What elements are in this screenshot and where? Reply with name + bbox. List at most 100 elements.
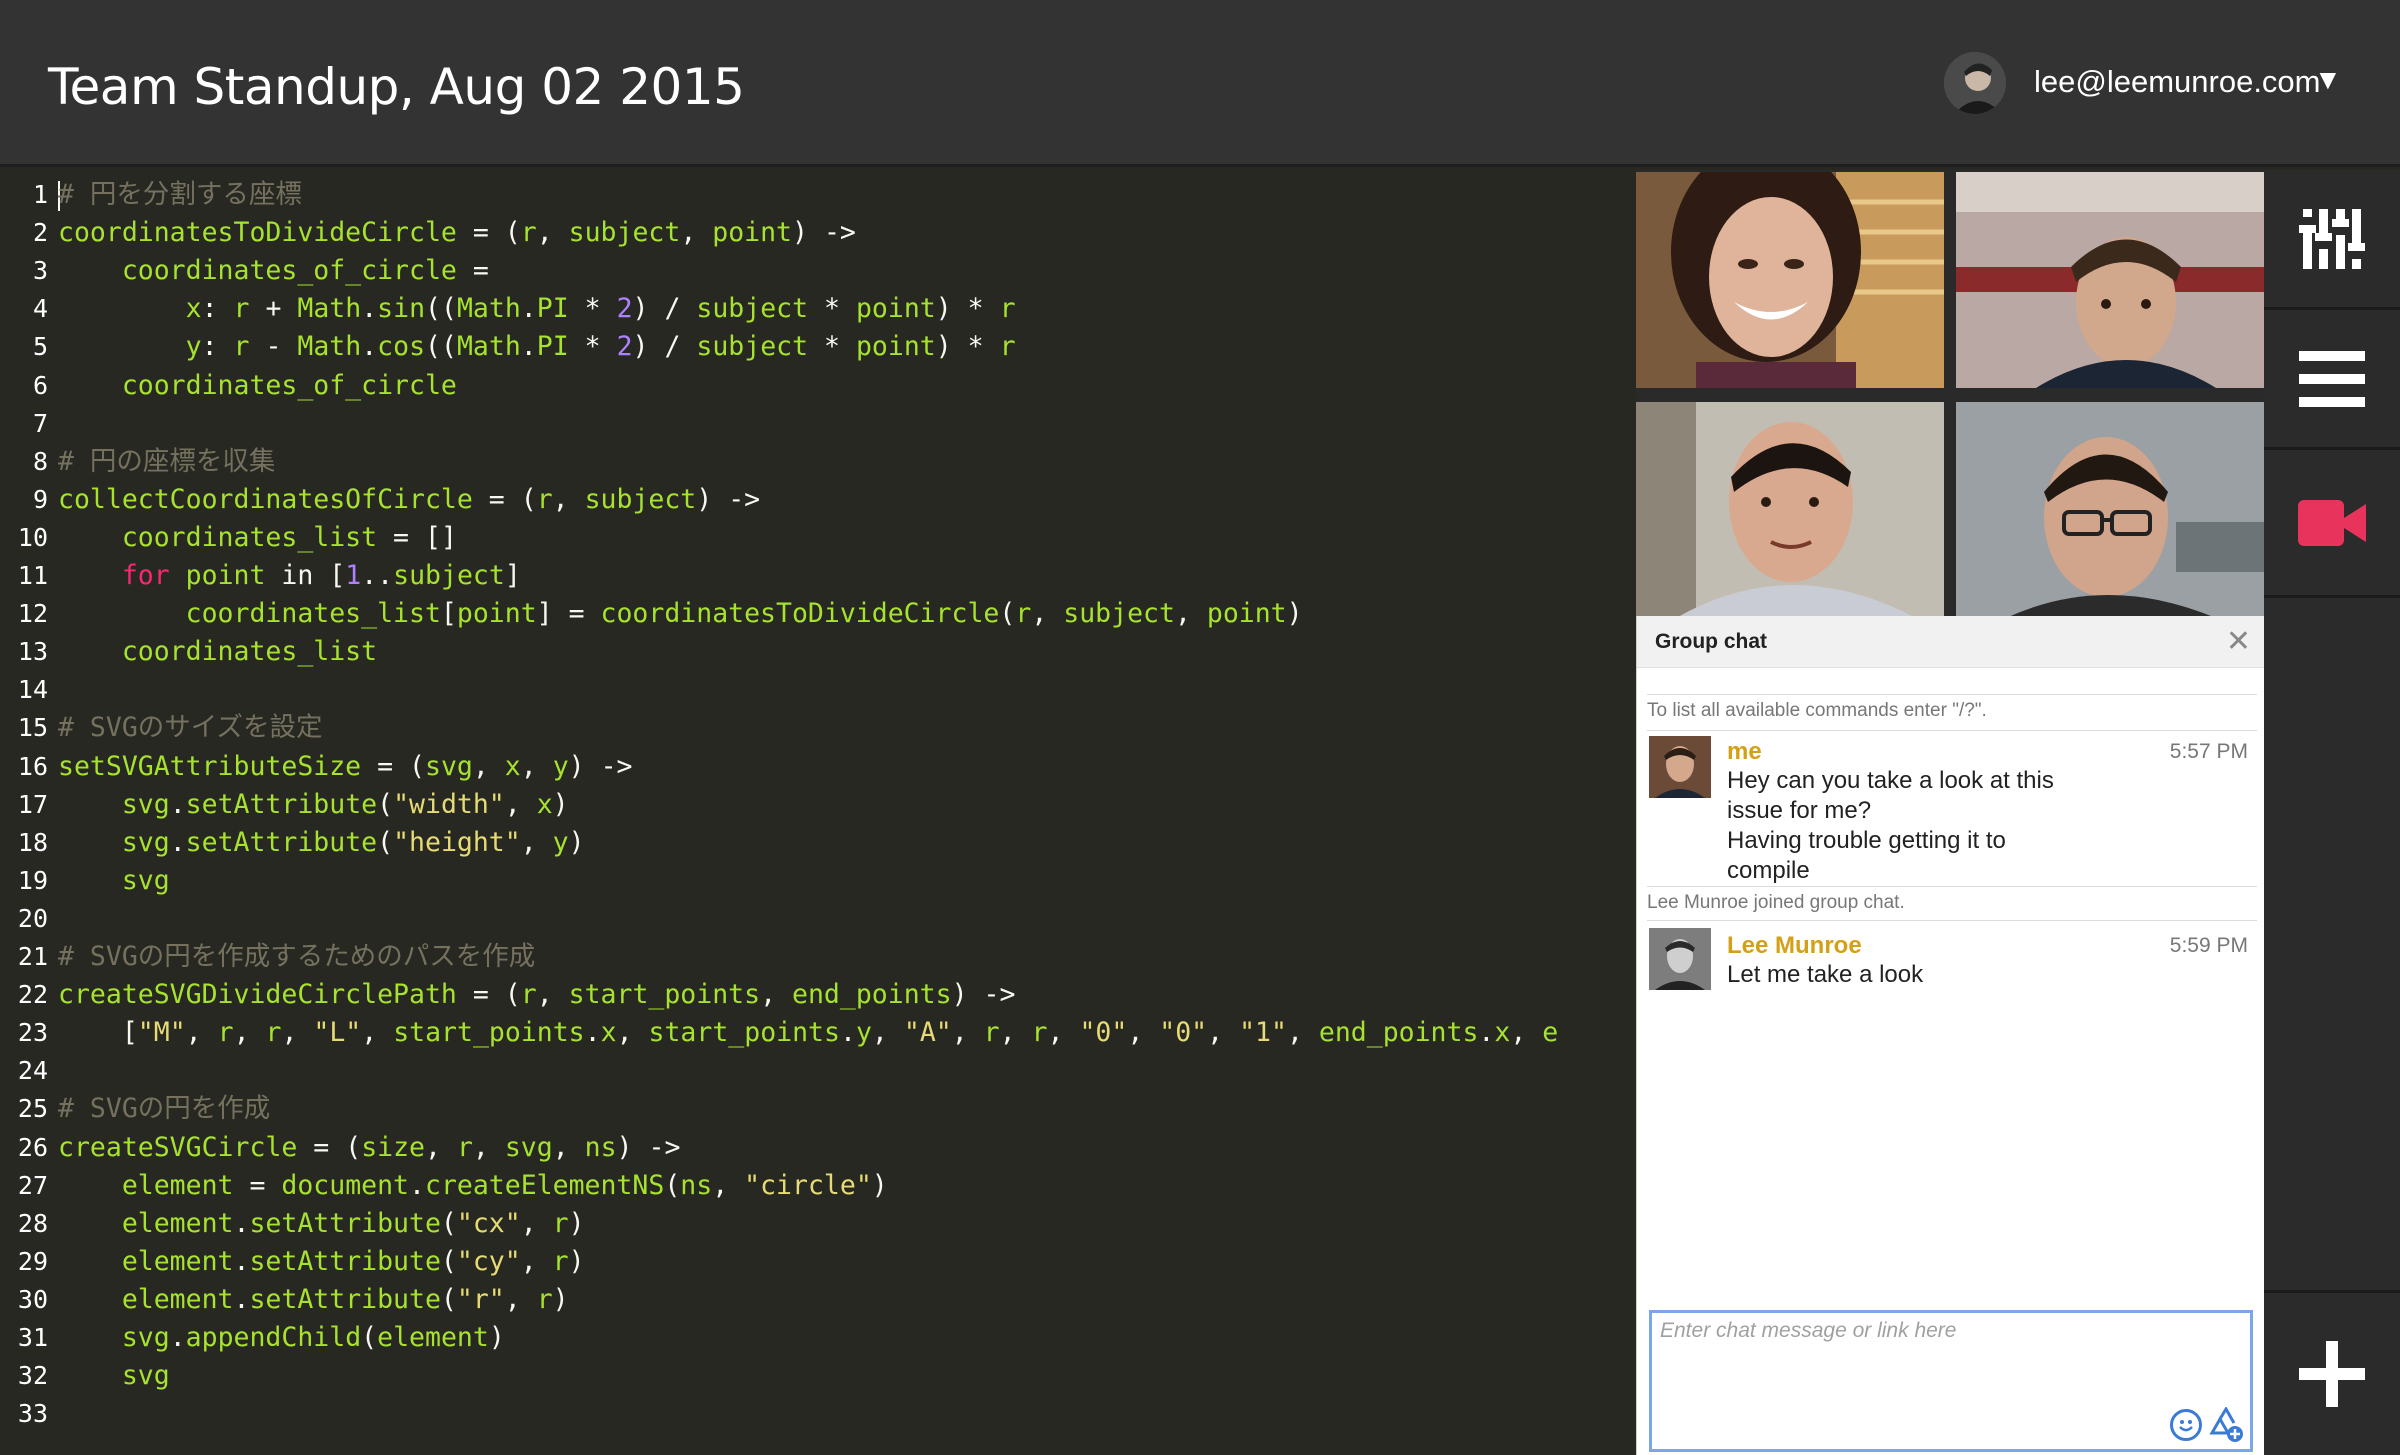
chat-title: Group chat [1655,630,1768,653]
code-text[interactable]: svg [58,1357,170,1395]
video-participant-4[interactable] [1956,402,2264,618]
code-line[interactable]: 14 [0,671,1636,709]
chat-message-input[interactable] [1660,1319,2220,1343]
line-number: 2 [32,218,48,248]
line-number: 15 [17,713,48,743]
code-line[interactable]: 18 svg.setAttribute("height", y) [0,824,1636,862]
code-text[interactable]: element.setAttribute("cx", r) [58,1205,585,1243]
code-text[interactable]: coordinatesToDivideCircle = (r, subject,… [58,214,856,252]
code-text[interactable]: element.setAttribute("r", r) [58,1281,569,1319]
code-text[interactable]: # 円の座標を収集 [58,443,275,481]
code-line[interactable]: 30 element.setAttribute("r", r) [0,1281,1636,1319]
code-line[interactable]: 1 # 円を分割する座標 [0,176,1636,214]
code-line[interactable]: 8 # 円の座標を収集 [0,443,1636,481]
add-button[interactable] [2264,1290,2400,1455]
account-dropdown-caret[interactable]: ▼ [2314,64,2342,96]
code-line[interactable]: 22 createSVGDivideCirclePath = (r, start_… [0,976,1636,1014]
code-line[interactable]: 31 svg.appendChild(element) [0,1319,1636,1357]
code-text[interactable]: setSVGAttributeSize = (svg, x, y) -> [58,748,633,786]
code-text[interactable]: # 円を分割する座標 [58,176,302,214]
code-line[interactable]: 20 [0,900,1636,938]
right-toolbar [2264,170,2400,1455]
code-text[interactable]: element.setAttribute("cy", r) [58,1243,585,1281]
code-line[interactable]: 12 coordinates_list[point] = coordinates… [0,595,1636,633]
video-icon [2298,499,2366,546]
video-participant-1[interactable] [1636,172,1944,388]
code-line[interactable]: 33 [0,1395,1636,1433]
code-text[interactable]: coordinates_list = [] [58,519,457,557]
code-text[interactable]: x: r + Math.sin((Math.PI * 2) / subject … [58,290,1016,328]
video-participant-3[interactable] [1636,402,1944,618]
code-text[interactable]: for point in [1..subject] [58,557,521,595]
emoji-icon[interactable] [2170,1409,2202,1441]
close-icon[interactable]: ✕ [2226,624,2251,659]
code-text[interactable]: coordinates_of_circle [58,367,457,405]
code-line[interactable]: 2 coordinatesToDivideCircle = (r, subject… [0,214,1636,252]
code-line[interactable]: 4 x: r + Math.sin((Math.PI * 2) / subjec… [0,290,1636,328]
code-line[interactable]: 32 svg [0,1357,1636,1395]
code-text[interactable]: element = document.createElementNS(ns, "… [58,1167,888,1205]
code-line[interactable]: 24 [0,1052,1636,1090]
code-editor[interactable]: 1 # 円を分割する座標 2 coordinatesToDivideCircle = … [0,170,1636,1455]
chat-system-hint: To list all available commands enter "/?… [1647,700,1987,721]
line-number: 32 [17,1361,48,1391]
user-email[interactable]: lee@leemunroe.com [2034,64,2321,100]
sliders-icon [2299,208,2365,269]
code-text[interactable]: coordinates_of_circle = [58,252,489,290]
settings-sliders-button[interactable] [2264,170,2400,310]
line-number: 29 [17,1246,48,1276]
code-text[interactable]: # SVGの円を作成するためのパスを作成 [58,938,535,976]
drive-upload-icon[interactable] [2208,1407,2244,1443]
code-line[interactable]: 13 coordinates_list [0,633,1636,671]
code-text[interactable]: svg.appendChild(element) [58,1319,505,1357]
line-number: 1 [32,180,48,209]
code-text[interactable]: svg [58,862,170,900]
message-text: Let me take a look [1727,961,1924,988]
divider [1647,694,2257,695]
code-text[interactable]: createSVGCircle = (size, r, svg, ns) -> [58,1129,680,1167]
code-text[interactable]: svg.setAttribute("height", y) [58,824,585,862]
line-number: 23 [17,1018,48,1048]
code-line[interactable]: 21 # SVGの円を作成するためのパスを作成 [0,938,1636,976]
code-line[interactable]: 17 svg.setAttribute("width", x) [0,786,1636,824]
code-text[interactable]: collectCoordinatesOfCircle = (r, subject… [58,481,760,519]
code-line[interactable]: 23 ["M", r, r, "L", start_points.x, star… [0,1014,1636,1052]
code-line[interactable]: 25 # SVGの円を作成 [0,1090,1636,1128]
code-text[interactable]: coordinates_list[point] = coordinatesToD… [58,595,1303,633]
code-line[interactable]: 5 y: r - Math.cos((Math.PI * 2) / subjec… [0,328,1636,366]
code-text[interactable]: y: r - Math.cos((Math.PI * 2) / subject … [58,328,1016,366]
code-line[interactable]: 11 for point in [1..subject] [0,557,1636,595]
line-number: 4 [32,294,48,324]
user-avatar[interactable] [1944,52,2006,114]
line-number: 33 [17,1399,48,1429]
code-text[interactable]: createSVGDivideCirclePath = (r, start_po… [58,976,1015,1014]
line-number: 28 [17,1208,48,1238]
code-text[interactable]: ["M", r, r, "L", start_points.x, start_p… [58,1014,1558,1052]
video-button[interactable] [2264,450,2400,598]
code-text[interactable]: svg.setAttribute("width", x) [58,786,569,824]
code-line[interactable]: 3 coordinates_of_circle = [0,252,1636,290]
code-line[interactable]: 10 coordinates_list = [] [0,519,1636,557]
code-line[interactable]: 9 collectCoordinatesOfCircle = (r, subjec… [0,481,1636,519]
code-line[interactable]: 29 element.setAttribute("cy", r) [0,1243,1636,1281]
line-number: 11 [17,561,48,590]
code-line[interactable]: 15 # SVGのサイズを設定 [0,709,1636,747]
code-line[interactable]: 7 [0,405,1636,443]
code-line[interactable]: 27 element = document.createElementNS(ns… [0,1167,1636,1205]
line-number: 6 [32,370,48,400]
line-number: 25 [17,1094,48,1124]
code-text[interactable]: # SVGの円を作成 [58,1090,270,1128]
page-title: Team Standup, Aug 02 2015 [48,58,745,116]
code-line[interactable]: 16 setSVGAttributeSize = (svg, x, y) -> [0,748,1636,786]
video-participant-2[interactable] [1956,172,2264,388]
code-line[interactable]: 6 coordinates_of_circle [0,367,1636,405]
menu-button[interactable] [2264,310,2400,450]
message-sender: Lee Munroe [1727,932,1862,959]
code-text[interactable]: # SVGのサイズを設定 [58,709,322,747]
line-number: 17 [17,789,48,819]
line-number: 18 [17,827,48,857]
code-text[interactable]: coordinates_list [58,633,377,671]
code-line[interactable]: 28 element.setAttribute("cx", r) [0,1205,1636,1243]
code-line[interactable]: 26 createSVGCircle = (size, r, svg, ns) -… [0,1129,1636,1167]
code-line[interactable]: 19 svg [0,862,1636,900]
